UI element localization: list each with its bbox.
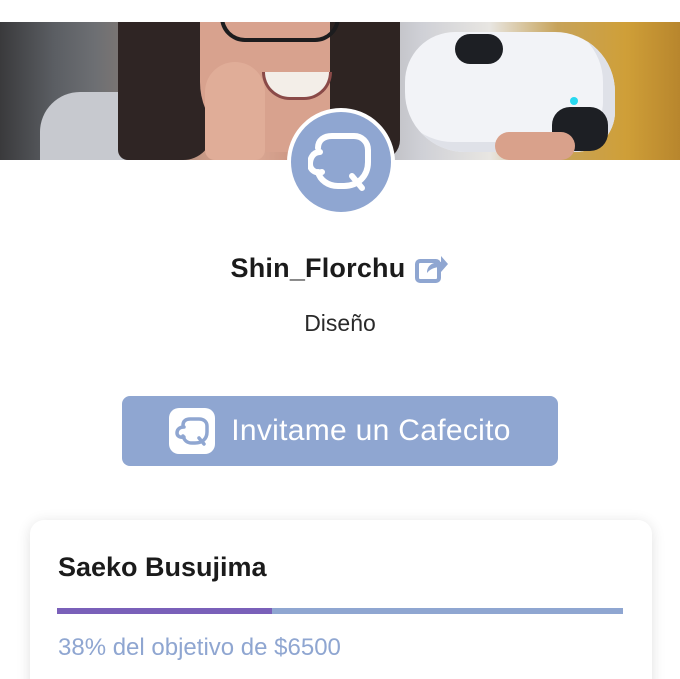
cover-photo-hand [205, 62, 265, 160]
cover-photo-hair-left [118, 22, 213, 160]
cover-photo-fingers [495, 132, 575, 160]
share-icon[interactable] [415, 253, 449, 283]
cover-photo-controller-grip [455, 34, 503, 64]
profile-username: Shin_Florchu [230, 252, 406, 283]
avatar [287, 108, 395, 216]
cafecito-logo-icon [308, 133, 371, 191]
goal-progress-fill [57, 608, 273, 614]
cover-photo-glasses [220, 22, 340, 42]
cafecito-logo-icon [169, 408, 216, 454]
goal-progress-bar [57, 608, 623, 614]
goal-title: Saeko Busujima [58, 552, 267, 582]
invite-cafecito-button[interactable]: Invitame un Cafecito [122, 396, 558, 466]
profile-page: Shin_Florchu Diseño Invitame un Cafecito… [0, 0, 680, 679]
profile-category: Diseño [304, 310, 376, 336]
profile-name-row: Shin_Florchu [0, 248, 680, 288]
invite-cafecito-label: Invitame un Cafecito [231, 414, 511, 447]
goal-progress-text: 38% del objetivo de $6500 [58, 634, 341, 661]
goal-card: Saeko Busujima 38% del objetivo de $6500 [30, 520, 652, 679]
cover-photo-controller-light [570, 97, 578, 105]
